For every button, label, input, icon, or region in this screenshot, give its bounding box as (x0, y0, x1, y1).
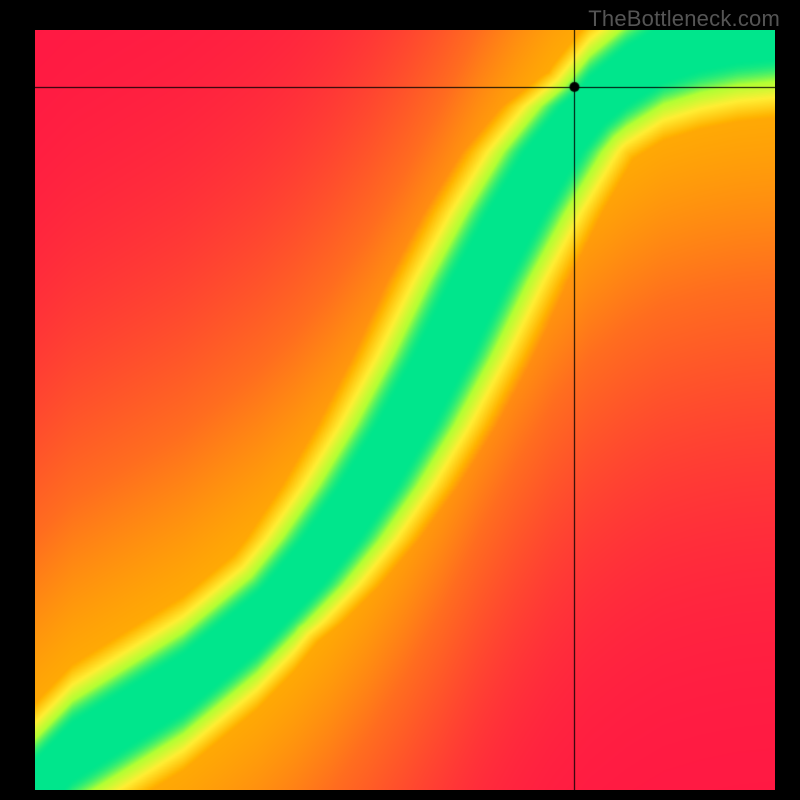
chart-container: TheBottleneck.com (0, 0, 800, 800)
heatmap-canvas (35, 30, 775, 790)
heatmap-plot (35, 30, 775, 790)
watermark-text: TheBottleneck.com (588, 6, 780, 32)
